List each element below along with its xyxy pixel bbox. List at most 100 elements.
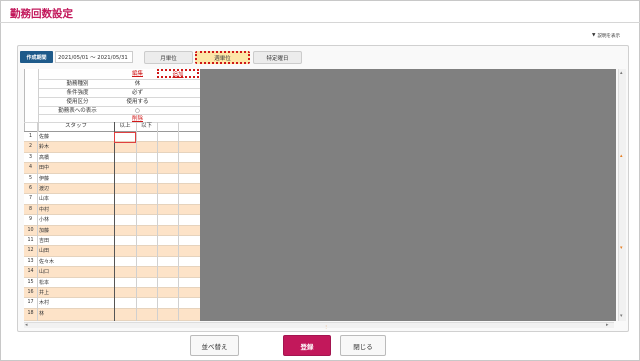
register-button[interactable]: 登録 (283, 335, 331, 356)
scroll-down-icon[interactable]: ▾ (620, 313, 623, 319)
staff-name: 松本 (39, 279, 50, 286)
table-row: 1 佐藤 (24, 132, 200, 143)
period-label: 作成期間 (20, 51, 53, 63)
table-row: 17 木村 (24, 298, 200, 309)
row-number: 1 (28, 134, 33, 139)
scroll-thumb-icon[interactable]: ⋮ (324, 324, 328, 329)
staff-name: 山田 (39, 248, 50, 255)
header-row-shift-type: 勤務種別 休 (25, 80, 200, 88)
row-number: 16 (27, 290, 34, 295)
period-value: 2021/05/01 ～ 2021/05/31 (55, 51, 133, 63)
row-number: 7 (28, 196, 33, 202)
table-row: 12 山田 (24, 246, 200, 257)
grid-line (136, 122, 137, 321)
scroll-left-icon[interactable]: ◂ (25, 322, 28, 328)
grid-line (38, 106, 200, 107)
staff-name: 中村 (39, 206, 50, 213)
column-header-max: 以下 (140, 123, 152, 129)
scroll-up-icon[interactable]: ▴ (620, 70, 623, 76)
staff-name: 小林 (39, 217, 50, 224)
header-row-strength: 条件強度 必ず (25, 89, 200, 97)
grid-line (38, 97, 200, 98)
staff-name: 高橋 (39, 154, 50, 161)
table-row: 10 加藤 (24, 225, 200, 236)
tab-specific-weekday[interactable]: 特定曜日 (253, 51, 302, 64)
staff-name: 加藤 (39, 227, 50, 234)
scroll-right-icon[interactable]: ▸ (606, 322, 609, 328)
add-column-link[interactable]: 追加 (157, 69, 199, 78)
page-title: 勤務回数設定 (10, 8, 73, 20)
header-value: 使用する (126, 99, 149, 105)
header-label: 使用区分 (66, 99, 89, 105)
column-header-min: 以上 (119, 123, 131, 129)
grid-line (38, 114, 200, 115)
sort-button[interactable]: 並べ替え (190, 335, 239, 356)
table-row: 18 林 (24, 308, 200, 321)
grid-line (38, 79, 200, 80)
empty-grid-area (200, 69, 616, 321)
row-number: 12 (27, 248, 34, 254)
staff-name: 山口 (39, 269, 50, 276)
triangle-down-icon: ▼ (592, 33, 596, 38)
staff-name: 田中 (39, 165, 50, 172)
grid-line (178, 122, 179, 321)
table-row: 11 吉田 (24, 236, 200, 247)
staff-name: 山本 (39, 196, 50, 203)
horizontal-scrollbar[interactable]: ◂ ⋮ ▸ (24, 322, 614, 329)
table-row: 2 鈴木 (24, 142, 200, 153)
row-number: 3 (28, 154, 33, 160)
row-number: 17 (27, 300, 34, 306)
header-label: 条件強度 (66, 90, 89, 96)
help-toggle-button[interactable]: ▼ 説明を表示 (592, 30, 634, 41)
staff-name: 林 (39, 310, 45, 317)
row-number: 11 (27, 238, 34, 243)
table-row: 8 中村 (24, 204, 200, 216)
header-row-usage: 使用区分 使用する (25, 98, 200, 106)
row-number: 5 (28, 175, 33, 181)
scroll-thumb-top-icon[interactable]: ▴ (620, 153, 623, 159)
close-button[interactable]: 閉じる (340, 335, 386, 356)
staff-name: 佐々木 (39, 258, 55, 265)
row-number: 15 (27, 279, 34, 285)
row-number: 8 (28, 206, 33, 212)
scroll-thumb-bottom-icon[interactable]: ▾ (620, 245, 623, 251)
help-toggle-label: 説明を表示 (597, 33, 620, 39)
staff-name: 井上 (39, 290, 50, 296)
row-number: 13 (27, 258, 34, 264)
staff-name: 渡辺 (39, 186, 50, 192)
staff-name: 鈴木 (39, 144, 50, 151)
staff-name: 吉田 (39, 238, 50, 244)
table-row: 9 小林 (24, 215, 200, 226)
table-row: 4 田中 (24, 163, 200, 174)
row-number: 10 (27, 227, 34, 233)
header-value: 休 (134, 81, 141, 87)
tab-weekly[interactable]: 週単位 (195, 51, 250, 64)
tab-monthly[interactable]: 月単位 (144, 51, 193, 64)
row-number: 18 (27, 310, 34, 316)
header-label: 勤務種別 (66, 81, 89, 87)
table-row: 15 松本 (24, 277, 200, 288)
grid-line (157, 122, 158, 321)
table-row: 6 渡辺 (24, 184, 200, 195)
table-row: 16 井上 (24, 288, 200, 299)
grid-line (37, 122, 38, 321)
table-row: 14 山口 (24, 267, 200, 278)
staff-name: 木村 (39, 300, 50, 307)
staff-name: 佐藤 (39, 134, 50, 140)
staff-name: 伊藤 (39, 175, 50, 182)
selected-cell-input[interactable] (114, 132, 136, 143)
table-row: 5 伊藤 (24, 173, 200, 184)
grid-line (38, 88, 200, 89)
row-number: 14 (27, 269, 34, 275)
title-divider (0, 22, 640, 23)
grid-line (114, 122, 115, 321)
row-number: 4 (28, 165, 33, 171)
vertical-scrollbar[interactable]: ▴ ▴ ▾ ▾ (618, 69, 626, 321)
edit-link[interactable]: 編集 (116, 70, 159, 78)
row-number: 2 (28, 144, 33, 150)
table-row: 7 山本 (24, 194, 200, 205)
table-row: 3 高橋 (24, 152, 200, 164)
row-number: 6 (28, 186, 33, 191)
row-number: 9 (28, 217, 33, 223)
column-header-staff: スタッフ (64, 123, 87, 129)
